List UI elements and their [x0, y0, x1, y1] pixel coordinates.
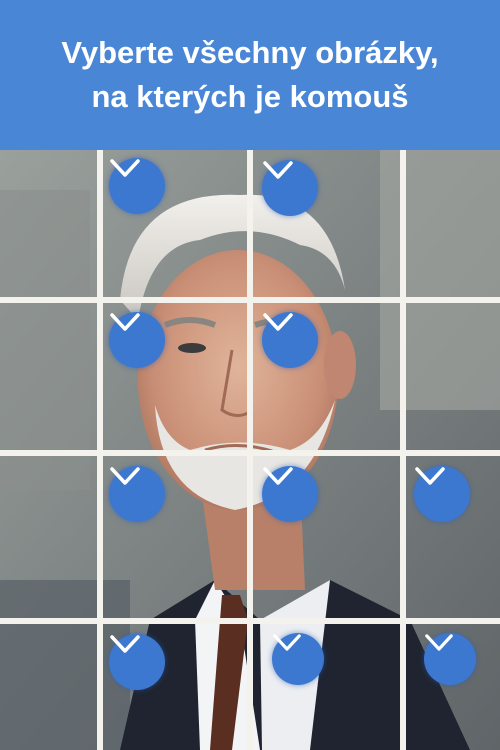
tile-r2-c4[interactable]	[406, 303, 500, 450]
tile-r3-c3[interactable]	[253, 456, 400, 618]
tile-r1-c1[interactable]	[0, 150, 97, 297]
checkmark-icon[interactable]	[109, 158, 165, 214]
tile-r2-c1[interactable]	[0, 303, 97, 450]
tile-r3-c1[interactable]	[0, 456, 97, 618]
tile-r2-c2[interactable]	[103, 303, 247, 450]
tile-r1-c4[interactable]	[406, 150, 500, 297]
captcha-image	[0, 150, 500, 750]
checkmark-icon[interactable]	[262, 466, 318, 522]
checkmark-icon[interactable]	[109, 312, 165, 368]
checkmark-icon[interactable]	[414, 466, 470, 522]
tile-r4-c4[interactable]	[406, 624, 500, 750]
tile-r4-c3[interactable]	[253, 624, 400, 750]
instruction-line-1: Vyberte všechny obrázky,	[61, 35, 439, 70]
checkmark-icon[interactable]	[424, 633, 476, 685]
checkmark-icon[interactable]	[262, 312, 318, 368]
tile-r2-c3[interactable]	[253, 303, 400, 450]
tile-r4-c1[interactable]	[0, 624, 97, 750]
checkmark-icon[interactable]	[262, 160, 318, 216]
checkmark-icon[interactable]	[109, 634, 165, 690]
captcha-widget: Vyberte všechny obrázky, na kterých je k…	[0, 0, 500, 750]
checkmark-icon[interactable]	[272, 633, 324, 685]
tile-r1-c3[interactable]	[253, 150, 400, 297]
tile-r4-c2[interactable]	[103, 624, 247, 750]
instruction-header: Vyberte všechny obrázky, na kterých je k…	[0, 0, 500, 150]
instruction-line-2: na kterých je komouš	[91, 79, 409, 114]
tile-r1-c2[interactable]	[103, 150, 247, 297]
checkmark-icon[interactable]	[109, 466, 165, 522]
tile-r3-c4[interactable]	[406, 456, 500, 618]
tile-r3-c2[interactable]	[103, 456, 247, 618]
